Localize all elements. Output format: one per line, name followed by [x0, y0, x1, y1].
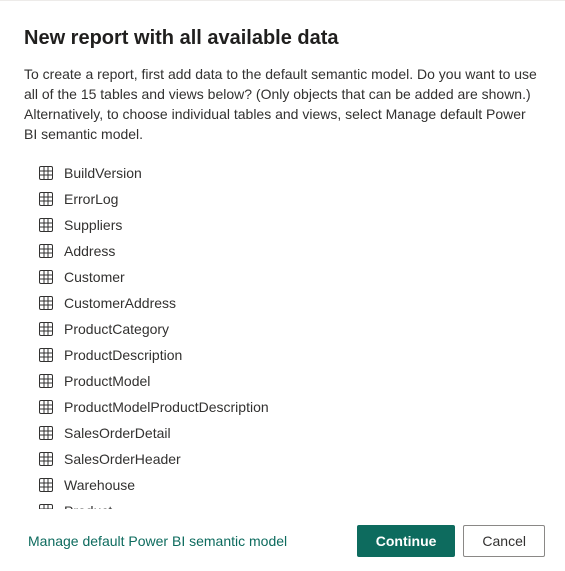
table-icon — [38, 347, 54, 363]
table-icon — [38, 425, 54, 441]
manage-semantic-model-link[interactable]: Manage default Power BI semantic model — [24, 533, 287, 549]
table-item: Product — [38, 498, 541, 509]
dialog-description: To create a report, first add data to th… — [24, 64, 541, 144]
table-item: ProductCategory — [38, 316, 541, 342]
table-icon — [38, 399, 54, 415]
table-icon — [38, 191, 54, 207]
table-item-label: BuildVersion — [64, 165, 142, 181]
table-icon — [38, 451, 54, 467]
new-report-dialog: New report with all available data To cr… — [0, 1, 565, 571]
table-icon — [38, 321, 54, 337]
table-item: BuildVersion — [38, 160, 541, 186]
table-item-label: Address — [64, 243, 115, 259]
table-item: ProductDescription — [38, 342, 541, 368]
table-item: Warehouse — [38, 472, 541, 498]
table-list: BuildVersion ErrorLog Suppliers Address Cust… — [24, 160, 541, 509]
table-icon — [38, 269, 54, 285]
table-item: ProductModel — [38, 368, 541, 394]
table-icon — [38, 373, 54, 389]
table-item-label: SalesOrderDetail — [64, 425, 171, 441]
table-item: Customer — [38, 264, 541, 290]
dialog-footer: Manage default Power BI semantic model C… — [24, 509, 545, 557]
dialog-title: New report with all available data — [24, 27, 545, 50]
table-icon — [38, 477, 54, 493]
table-icon — [38, 217, 54, 233]
dialog-content-scroll[interactable]: To create a report, first add data to th… — [24, 64, 551, 509]
table-item-label: ProductCategory — [64, 321, 169, 337]
table-item-label: ProductDescription — [64, 347, 182, 363]
table-item-label: CustomerAddress — [64, 295, 176, 311]
table-item-label: ProductModelProductDescription — [64, 399, 269, 415]
table-item: SalesOrderHeader — [38, 446, 541, 472]
table-item-label: Warehouse — [64, 477, 135, 493]
table-item: Suppliers — [38, 212, 541, 238]
footer-buttons: Continue Cancel — [357, 525, 545, 557]
table-item: ErrorLog — [38, 186, 541, 212]
table-item-label: ProductModel — [64, 373, 150, 389]
cancel-button[interactable]: Cancel — [463, 525, 545, 557]
table-item-label: Customer — [64, 269, 125, 285]
table-item-label: Suppliers — [64, 217, 122, 233]
table-icon — [38, 295, 54, 311]
table-item: CustomerAddress — [38, 290, 541, 316]
table-item: SalesOrderDetail — [38, 420, 541, 446]
table-item: Address — [38, 238, 541, 264]
table-icon — [38, 243, 54, 259]
table-item-label: SalesOrderHeader — [64, 451, 181, 467]
table-item: ProductModelProductDescription — [38, 394, 541, 420]
continue-button[interactable]: Continue — [357, 525, 456, 557]
table-item-label: ErrorLog — [64, 191, 118, 207]
table-icon — [38, 165, 54, 181]
